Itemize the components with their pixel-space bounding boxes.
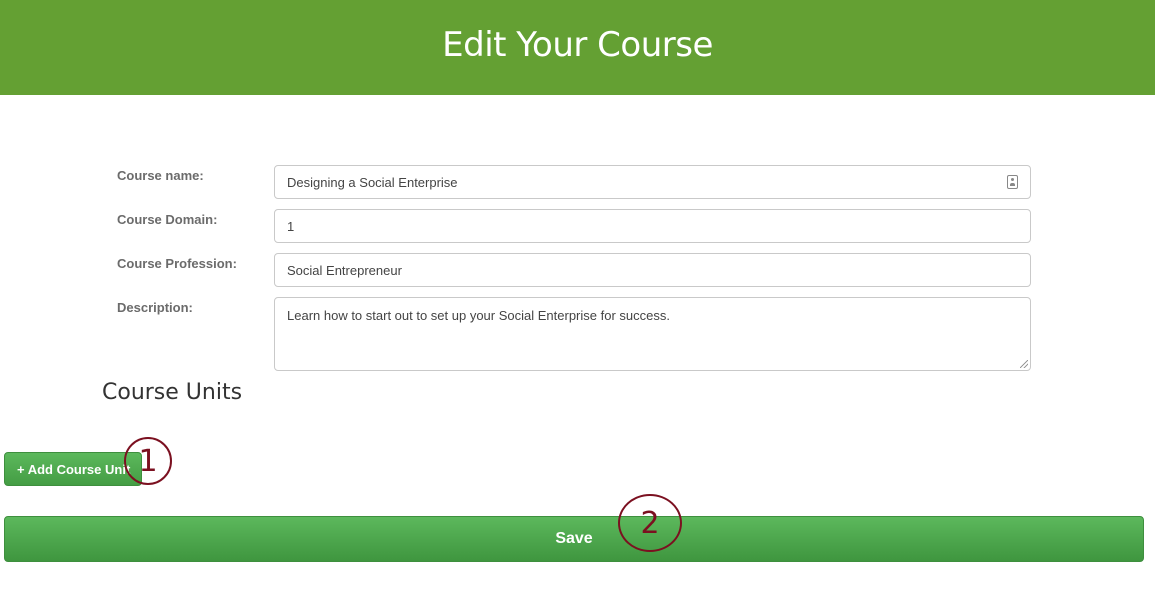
description-textarea[interactable]: Learn how to start out to set up your So… bbox=[274, 297, 1031, 371]
course-profession-label: Course Profession: bbox=[117, 256, 237, 271]
course-domain-label: Course Domain: bbox=[117, 212, 218, 227]
description-label: Description: bbox=[117, 300, 193, 315]
add-course-unit-button[interactable]: + Add Course Unit bbox=[4, 452, 142, 486]
annotation-marker-2: 2 bbox=[618, 494, 682, 552]
course-domain-input[interactable]: 1 bbox=[274, 209, 1031, 243]
contact-card-icon[interactable] bbox=[1007, 175, 1018, 189]
annotation-marker-1: 1 bbox=[124, 437, 172, 485]
page-header: Edit Your Course bbox=[0, 0, 1155, 95]
page-title: Edit Your Course bbox=[442, 24, 713, 65]
course-name-value: Designing a Social Enterprise bbox=[287, 174, 458, 190]
course-units-heading: Course Units bbox=[102, 380, 243, 405]
course-name-label: Course name: bbox=[117, 168, 204, 183]
course-profession-value: Social Entrepreneur bbox=[287, 262, 402, 278]
course-domain-value: 1 bbox=[287, 218, 295, 234]
course-name-input[interactable]: Designing a Social Enterprise bbox=[274, 165, 1031, 199]
description-value: Learn how to start out to set up your So… bbox=[287, 308, 670, 323]
save-button[interactable]: Save bbox=[4, 516, 1144, 562]
course-profession-input[interactable]: Social Entrepreneur bbox=[274, 253, 1031, 287]
resize-grip-icon[interactable] bbox=[1020, 360, 1028, 368]
